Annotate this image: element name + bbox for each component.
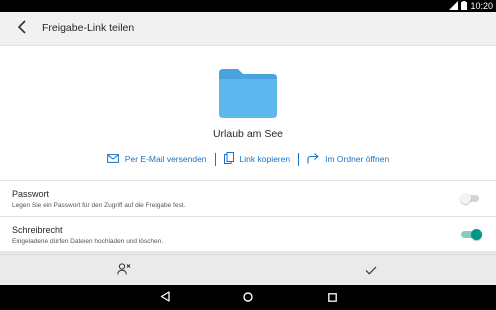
- copy-link-button[interactable]: Link kopieren: [216, 152, 299, 166]
- email-share-button[interactable]: Per E-Mail versenden: [99, 153, 215, 165]
- confirm-button[interactable]: [361, 261, 381, 281]
- nav-back-button[interactable]: [157, 290, 173, 306]
- nav-recents-icon: [327, 289, 337, 307]
- password-toggle[interactable]: [460, 192, 482, 205]
- share-actions: Per E-Mail versenden Link kopieren Im Or…: [0, 151, 496, 167]
- mail-icon: [106, 153, 119, 165]
- setting-title: Schreibrecht: [12, 225, 63, 235]
- back-arrow-icon: [17, 19, 27, 39]
- write-permission-setting-row[interactable]: Schreibrecht Eingeladene dürfen Dateien …: [0, 216, 496, 252]
- write-permission-toggle[interactable]: [460, 228, 482, 241]
- open-in-folder-label: Im Ordner öffnen: [325, 154, 390, 164]
- open-in-folder-button[interactable]: Im Ordner öffnen: [299, 152, 397, 166]
- folder-icon: [219, 68, 277, 118]
- toggle-thumb: [460, 193, 471, 204]
- copy-icon: [223, 152, 234, 166]
- setting-subtitle: Eingeladene dürfen Dateien hochladen und…: [12, 238, 164, 245]
- system-nav-bar: [0, 285, 496, 310]
- remove-user-icon: [117, 262, 131, 280]
- password-setting-row[interactable]: Passwort Legen Sie ein Passwort für den …: [0, 180, 496, 216]
- nav-home-button[interactable]: [240, 290, 256, 306]
- status-bar: 10:20: [0, 0, 496, 12]
- setting-subtitle: Legen Sie ein Passwort für den Zugriff a…: [12, 202, 186, 209]
- folder-name: Urlaub am See: [212, 128, 284, 140]
- back-button[interactable]: [12, 19, 32, 39]
- status-icons: 10:20: [449, 0, 493, 12]
- copy-link-label: Link kopieren: [239, 154, 291, 164]
- setting-title: Passwort: [12, 189, 50, 199]
- forward-arrow-icon: [307, 152, 319, 166]
- nav-back-icon: [160, 289, 170, 307]
- nav-recents-button[interactable]: [324, 290, 340, 306]
- app-bar: Freigabe-Link teilen: [0, 12, 496, 46]
- email-share-label: Per E-Mail versenden: [124, 154, 207, 164]
- status-time: 10:20: [470, 1, 493, 11]
- share-header: Urlaub am See Per E-Mail versenden Link …: [0, 46, 496, 180]
- checkmark-icon: [365, 262, 377, 280]
- remove-share-button[interactable]: [114, 261, 134, 281]
- nav-home-icon: [243, 289, 253, 307]
- toggle-thumb: [471, 229, 482, 240]
- page-title: Freigabe-Link teilen: [42, 22, 135, 34]
- bottom-action-bar: [0, 254, 496, 286]
